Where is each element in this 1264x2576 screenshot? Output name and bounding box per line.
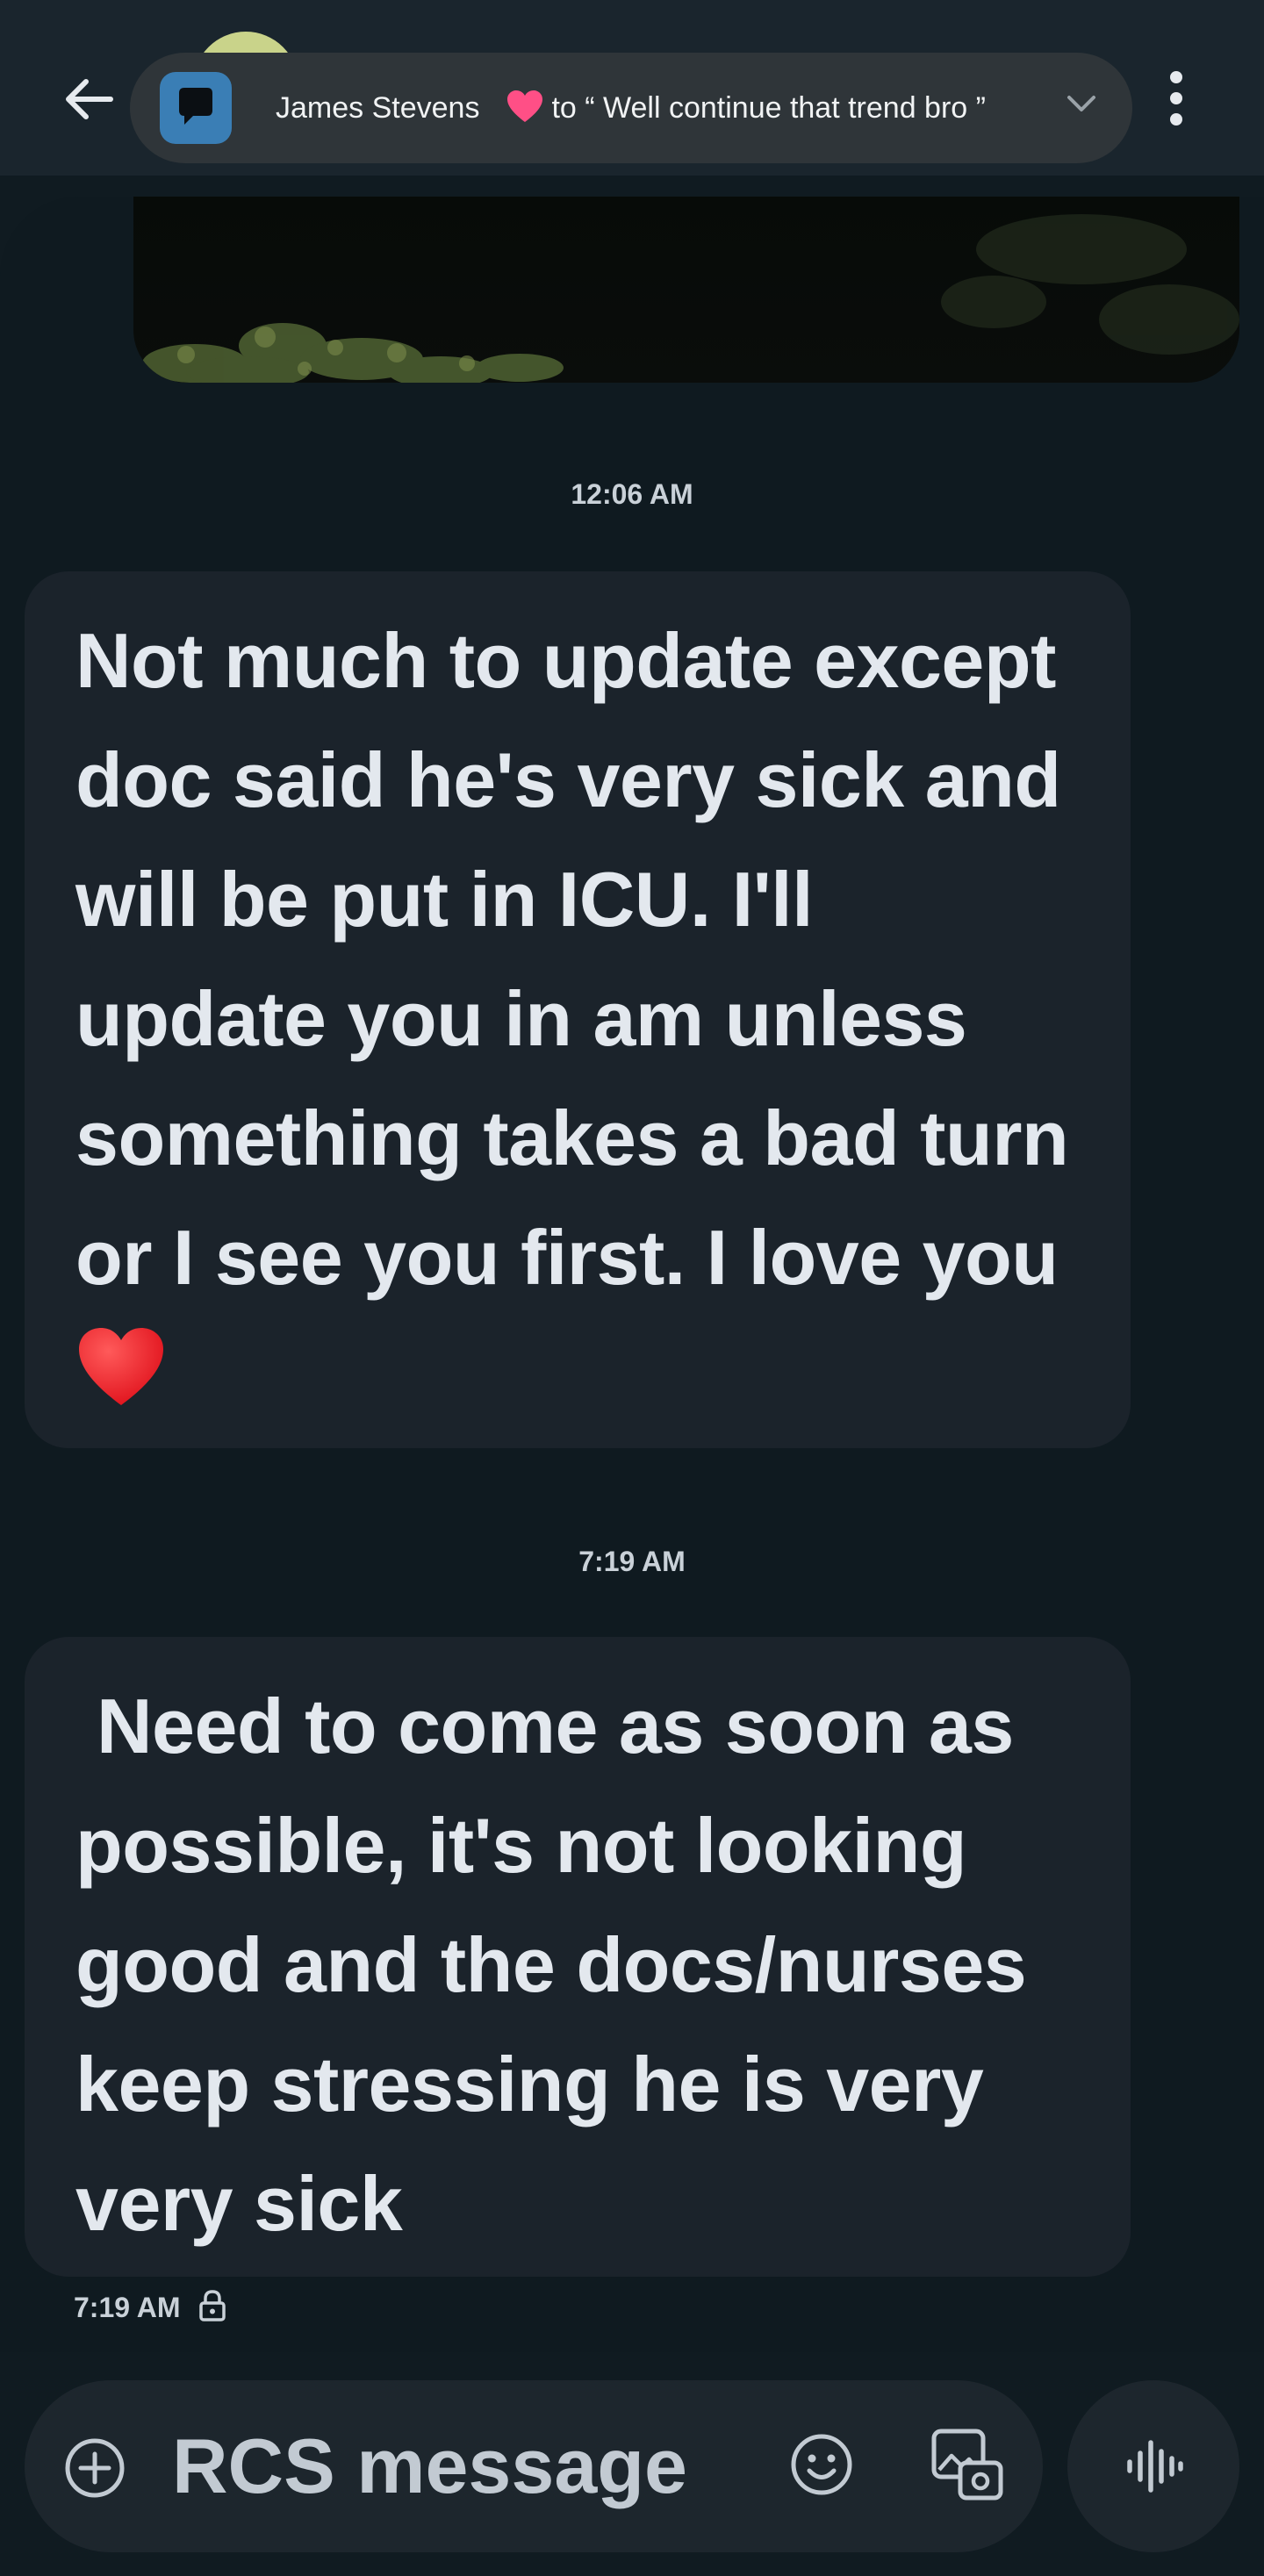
back-button[interactable] <box>53 68 123 130</box>
message-text: Need to come as soon as possible, it's n… <box>75 1683 1048 2247</box>
notification-banner[interactable]: James Stevens to “ Well continue that tr… <box>130 53 1132 163</box>
message-input[interactable] <box>172 2415 786 2517</box>
add-circle-icon[interactable] <box>63 2436 126 2504</box>
more-vert-icon <box>1170 71 1182 126</box>
timestamp-divider: 12:06 AM <box>571 478 693 510</box>
message-bubble[interactable]: Need to come as soon as possible, it's n… <box>25 1637 1131 2277</box>
gallery-icon[interactable] <box>930 2428 1004 2508</box>
compose-bar <box>25 2380 1043 2552</box>
message-time: 7:19 AM <box>74 2292 181 2323</box>
voice-message-button[interactable] <box>1067 2380 1239 2552</box>
red-heart-emoji <box>75 1324 1081 1413</box>
messages-app-icon <box>160 72 232 144</box>
message-text: Not much to update except doc said he's … <box>75 617 1090 1301</box>
message-bubble[interactable]: Not much to update except doc said he's … <box>25 571 1131 1448</box>
lock-icon <box>198 2289 226 2327</box>
image-attachment[interactable] <box>133 197 1239 383</box>
voice-waveform-icon <box>1127 2440 1183 2493</box>
notification-sender: James Stevens <box>276 90 480 125</box>
emoji-icon[interactable] <box>788 2431 855 2502</box>
notification-text: to “ Well continue that trend bro ” <box>551 90 986 125</box>
arrow-left-icon <box>66 79 113 119</box>
foliage-photo <box>142 214 1239 383</box>
more-options-button[interactable] <box>1150 63 1203 133</box>
chevron-down-icon[interactable] <box>1066 93 1097 118</box>
timestamp-divider: 7:19 AM <box>578 1546 686 1577</box>
message-status: 7:19 AM <box>74 2289 226 2327</box>
heart-icon <box>506 89 544 128</box>
